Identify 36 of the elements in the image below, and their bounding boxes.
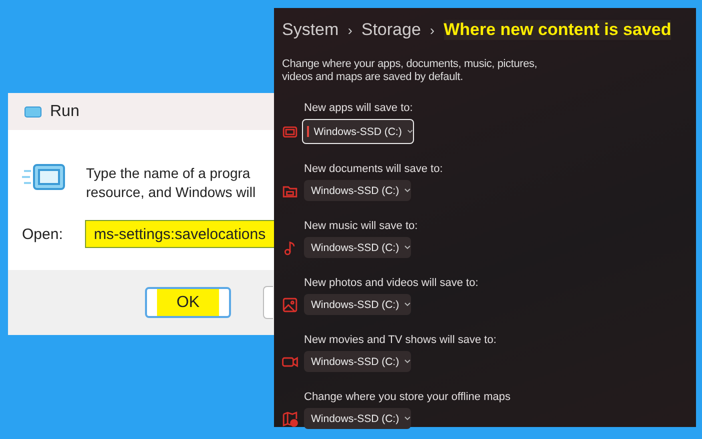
run-icon bbox=[22, 161, 66, 193]
chevron-down-icon bbox=[404, 188, 411, 193]
breadcrumb-separator: › bbox=[430, 22, 435, 38]
image-icon bbox=[282, 296, 298, 312]
chevron-down-icon bbox=[406, 129, 413, 134]
open-label: Open: bbox=[22, 226, 63, 242]
chevron-down-icon bbox=[404, 416, 411, 421]
drive-dropdown[interactable]: Windows-SSD (C:) bbox=[304, 408, 411, 429]
chevron-down-icon bbox=[404, 359, 411, 364]
drive-dropdown[interactable]: Windows-SSD (C:) bbox=[304, 351, 411, 372]
drive-dropdown[interactable]: Windows-SSD (C:) bbox=[304, 237, 411, 258]
cancel-button[interactable] bbox=[263, 286, 273, 319]
map-icon bbox=[282, 410, 298, 426]
app-window-icon bbox=[282, 124, 298, 140]
breadcrumb-item: Where new content is saved bbox=[444, 20, 672, 40]
breadcrumb-item[interactable]: System bbox=[282, 20, 339, 40]
location-label: New music will save to: bbox=[304, 220, 419, 232]
open-field[interactable]: ms-settings:savelocations bbox=[84, 220, 274, 248]
ok-button[interactable]: OK bbox=[145, 287, 231, 318]
drive-dropdown[interactable]: Windows-SSD (C:) bbox=[304, 294, 411, 315]
location-label: New movies and TV shows will save to: bbox=[304, 334, 498, 346]
drive-dropdown[interactable]: Windows-SSD (C:) bbox=[302, 119, 414, 144]
location-label: New documents will save to: bbox=[304, 163, 444, 175]
breadcrumb-item[interactable]: Storage bbox=[361, 20, 421, 40]
chevron-down-icon bbox=[404, 245, 411, 250]
breadcrumb-separator: › bbox=[348, 22, 352, 38]
description-text: Change where your apps, documents, music, pictures, videos and maps are saved by default. bbox=[282, 58, 538, 84]
instruction-text: Type the name of a progra resource, and Windows will bbox=[86, 164, 256, 202]
drive-dropdown[interactable]: Windows-SSD (C:) bbox=[304, 180, 411, 201]
chevron-down-icon bbox=[404, 302, 411, 307]
location-label: New photos and videos will save to: bbox=[304, 277, 480, 289]
accent-bar bbox=[307, 126, 309, 137]
location-label: Change where you store your offline maps bbox=[304, 391, 512, 403]
location-label: New apps will save to: bbox=[304, 102, 414, 114]
run-icon bbox=[24, 106, 42, 118]
window-title: Run bbox=[50, 102, 80, 120]
